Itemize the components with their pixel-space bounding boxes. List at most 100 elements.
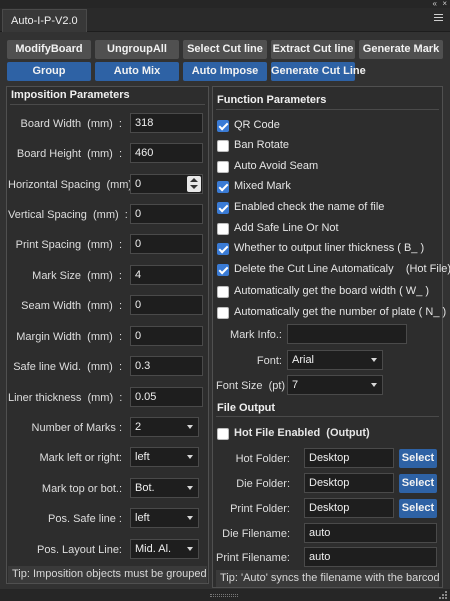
safe-line-width-input[interactable]: 0.3 — [130, 356, 203, 376]
die-folder-input[interactable]: Desktop — [304, 473, 394, 493]
chevron-down-icon — [371, 358, 377, 362]
hot-folder-input[interactable]: Desktop — [304, 448, 394, 468]
margin-width-label: Margin Width (mm) : — [16, 331, 122, 343]
horizontal-spacing-value: 0 — [135, 178, 142, 190]
resize-grip-icon[interactable] — [210, 594, 238, 597]
extract-cut-line-button[interactable]: Extract Cut line — [271, 40, 355, 59]
chevron-down-icon — [187, 486, 193, 490]
select-cut-line-button[interactable]: Select Cut line — [183, 40, 267, 59]
die-filename-label: Die Filename: — [222, 528, 290, 540]
print-filename-input[interactable]: auto — [304, 547, 437, 567]
mark-size-input[interactable]: 4 — [130, 265, 203, 285]
checkbox-unchecked-icon — [217, 140, 229, 152]
generate-cut-line-button[interactable]: Generate Cut Line — [271, 62, 366, 81]
seam-width-input[interactable]: 0 — [130, 295, 203, 315]
board-height-label: Board Height (mm) : — [16, 148, 122, 160]
checkbox-unchecked-icon — [217, 223, 229, 235]
print-folder-input[interactable]: Desktop — [304, 498, 394, 518]
die-folder-select-button[interactable]: Select — [399, 474, 437, 493]
chevron-down-icon — [187, 547, 193, 551]
vertical-spacing-label: Vertical Spacing (mm) : — [8, 209, 128, 221]
auto-board-width-label: Automatically get the board width ( W_ ) — [234, 285, 430, 297]
mixed-mark-label: Mixed Mark — [234, 180, 291, 192]
imposition-parameters-title: Imposition Parameters — [11, 89, 130, 101]
close-panel-icon[interactable]: × — [442, 0, 447, 8]
generate-mark-button[interactable]: Generate Mark — [359, 40, 443, 59]
pos-safe-line-value: left — [135, 512, 150, 524]
panel-menu-icon[interactable] — [434, 14, 444, 24]
checkbox-checked-icon — [217, 181, 229, 193]
print-spacing-input[interactable]: 0 — [130, 234, 203, 254]
vertical-spacing-input[interactable]: 0 — [130, 204, 203, 224]
auto-impose-button[interactable]: Auto Impose — [183, 62, 267, 81]
chevron-down-icon — [187, 455, 193, 459]
auto-avoid-seam-checkbox[interactable]: Auto Avoid Seam — [217, 160, 437, 175]
checkbox-unchecked-icon — [217, 161, 229, 173]
print-folder-label: Print Folder: — [230, 503, 290, 515]
group-button[interactable]: Group — [7, 62, 91, 81]
file-output-tip: Tip: 'Auto' syncs the filename with the … — [216, 570, 439, 587]
font-size-value: 7 — [292, 379, 299, 391]
output-liner-thickness-checkbox[interactable]: Whether to output liner thickness ( B_ ) — [217, 242, 437, 257]
safe-line-width-label: Safe line Wid. (mm) : — [13, 361, 122, 373]
mark-info-input[interactable] — [287, 324, 407, 344]
number-of-marks-value: 2 — [135, 421, 142, 433]
board-height-input[interactable]: 460 — [130, 143, 203, 163]
horizontal-spacing-input[interactable]: 0 — [130, 174, 203, 194]
delete-cut-line-checkbox[interactable]: Delete the Cut Line Automaticaly (Hot Fi… — [217, 263, 450, 278]
corner-resize-icon[interactable] — [439, 590, 448, 599]
seam-width-label: Seam Width (mm) : — [21, 300, 122, 312]
chevron-down-icon — [187, 425, 193, 429]
auto-board-width-checkbox[interactable]: Automatically get the board width ( W_ ) — [217, 285, 437, 300]
auto-plate-number-label: Automatically get the number of plate ( … — [234, 306, 447, 318]
print-filename-label: Print Filename: — [216, 552, 290, 564]
pos-layout-line-select[interactable]: Mid. Al. — [130, 539, 199, 559]
checkbox-unchecked-icon — [217, 286, 229, 298]
checkbox-checked-icon — [217, 120, 229, 132]
panel-tab-bar: Auto-I-P-V2.0 — [0, 8, 450, 32]
auto-plate-number-checkbox[interactable]: Automatically get the number of plate ( … — [217, 306, 446, 321]
liner-thickness-label: Liner thickness (mm) : — [8, 392, 123, 404]
pos-layout-line-label: Pos. Layout Line: — [36, 544, 122, 556]
panel-top-strip — [0, 0, 450, 8]
board-width-input[interactable]: 318 — [130, 113, 203, 133]
modify-board-button[interactable]: ModifyBoard — [7, 40, 91, 59]
hot-folder-select-button[interactable]: Select — [399, 449, 437, 468]
pos-layout-line-value: Mid. Al. — [135, 543, 172, 555]
font-value: Arial — [292, 354, 315, 366]
font-select[interactable]: Arial — [287, 350, 383, 370]
qr-code-checkbox[interactable]: QR Code — [217, 119, 437, 134]
pos-safe-line-select[interactable]: left — [130, 508, 199, 528]
add-safe-line-checkbox[interactable]: Add Safe Line Or Not — [217, 222, 437, 237]
collapse-panel-icon[interactable]: « — [433, 0, 438, 8]
die-filename-input[interactable]: auto — [304, 523, 437, 543]
number-of-marks-select[interactable]: 2 — [130, 417, 199, 437]
font-size-label: Font Size (pt) : — [216, 380, 295, 392]
checkbox-checked-icon — [217, 243, 229, 255]
mark-top-bottom-label: Mark top or bot.: — [41, 483, 122, 495]
function-parameters-title: Function Parameters — [217, 94, 327, 106]
file-output-divider — [216, 416, 439, 417]
mark-top-bottom-select[interactable]: Bot. — [130, 478, 199, 498]
spinner-icon[interactable] — [187, 176, 201, 192]
die-folder-label: Die Folder: — [236, 478, 290, 490]
mark-left-right-select[interactable]: left — [130, 447, 199, 467]
ban-rotate-label: Ban Rotate — [234, 139, 290, 151]
mixed-mark-checkbox[interactable]: Mixed Mark — [217, 180, 437, 195]
print-folder-select-button[interactable]: Select — [399, 499, 437, 518]
check-file-name-checkbox[interactable]: Enabled check the name of file — [217, 201, 437, 216]
checkbox-unchecked-icon — [217, 428, 229, 440]
output-liner-thickness-label: Whether to output liner thickness ( B_ ) — [234, 242, 425, 254]
tab-auto-i-p[interactable]: Auto-I-P-V2.0 — [2, 9, 87, 32]
margin-width-input[interactable]: 0 — [130, 326, 203, 346]
pos-safe-line-label: Pos. Safe line : — [48, 513, 122, 525]
qr-code-label: QR Code — [234, 119, 280, 131]
auto-mix-button[interactable]: Auto Mix — [95, 62, 179, 81]
ungroup-all-button[interactable]: UngroupAll — [95, 40, 179, 59]
ban-rotate-checkbox[interactable]: Ban Rotate — [217, 139, 437, 154]
font-size-select[interactable]: 7 — [287, 375, 383, 395]
liner-thickness-input[interactable]: 0.05 — [130, 387, 203, 407]
delete-cut-line-label: Delete the Cut Line Automaticaly (Hot Fi… — [234, 263, 450, 275]
hot-file-enabled-checkbox[interactable]: Hot File Enabled (Output) — [217, 427, 437, 442]
chevron-down-icon — [371, 383, 377, 387]
